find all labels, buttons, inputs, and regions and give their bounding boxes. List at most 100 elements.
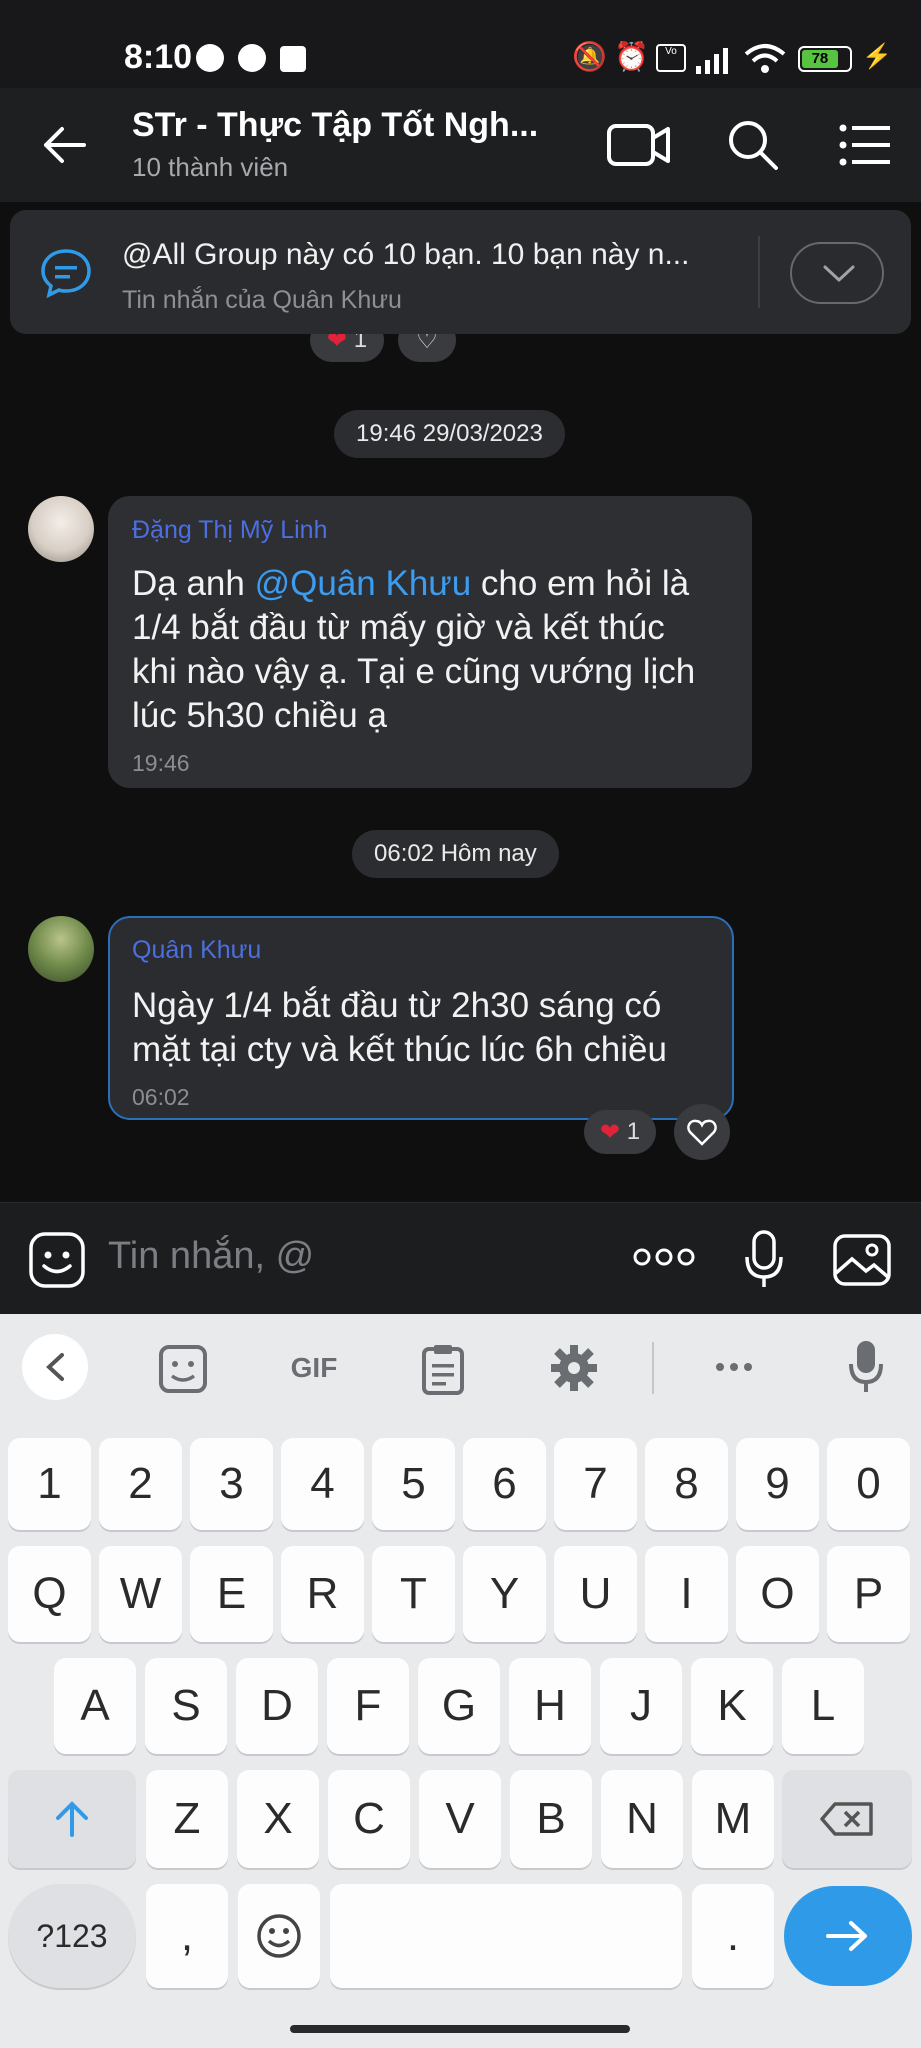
key[interactable]: D [236, 1658, 318, 1754]
alarm-icon: ⏰ [614, 41, 649, 72]
space-key[interactable] [330, 1884, 682, 1988]
key[interactable]: J [600, 1658, 682, 1754]
emoji-key[interactable] [238, 1884, 320, 1988]
settings-gear-icon[interactable] [548, 1342, 600, 1394]
react-heart-button[interactable] [674, 1104, 730, 1160]
key[interactable]: E [190, 1546, 273, 1642]
clipboard-icon[interactable] [420, 1342, 466, 1396]
expand-pinned-button[interactable] [790, 242, 884, 304]
reaction-heart-count[interactable]: ❤ 1 [584, 1110, 656, 1154]
chat-header: STr - Thực Tập Tốt Ngh... 10 thành viên [0, 88, 921, 202]
voice-input-icon[interactable] [846, 1338, 886, 1396]
key[interactable]: 9 [736, 1438, 819, 1530]
microphone-icon[interactable] [742, 1229, 786, 1291]
chevron-down-icon [823, 265, 855, 282]
symbols-key[interactable]: ?123 [8, 1884, 136, 1988]
key[interactable]: L [782, 1658, 864, 1754]
message-text: Dạ anh @Quân Khưu cho em hỏi là 1/4 bắt … [132, 562, 742, 738]
message-text-part: cho em hỏi là [471, 564, 690, 603]
key[interactable]: 6 [463, 1438, 546, 1530]
back-arrow-icon[interactable] [40, 120, 90, 170]
message-time: 19:46 [132, 750, 190, 776]
key[interactable]: F [327, 1658, 409, 1754]
key[interactable]: 5 [372, 1438, 455, 1530]
wifi-icon [744, 44, 786, 73]
message-composer: Tin nhắn, @ [0, 1202, 921, 1314]
key[interactable]: I [645, 1546, 728, 1642]
key[interactable]: Z [146, 1770, 228, 1868]
key[interactable]: O [736, 1546, 819, 1642]
shift-key[interactable] [8, 1770, 136, 1868]
key[interactable]: R [281, 1546, 364, 1642]
key[interactable]: G [418, 1658, 500, 1754]
key[interactable]: A [54, 1658, 136, 1754]
upload-icon [280, 46, 306, 72]
key[interactable]: P [827, 1546, 910, 1642]
pinned-author: Tin nhắn của Quân Khưu [122, 286, 402, 314]
message-bubble[interactable]: Đặng Thị Mỹ Linh Dạ anh @Quân Khưu cho e… [108, 496, 752, 788]
message-text: Ngày 1/4 bắt đầu từ 2h30 sáng có mặt tại… [132, 984, 732, 1072]
avatar[interactable] [28, 496, 94, 562]
key[interactable]: 0 [827, 1438, 910, 1530]
date-separator: 06:02 Hôm nay [352, 830, 559, 878]
key[interactable]: C [328, 1770, 410, 1868]
sender-name[interactable]: Đặng Thị Mỹ Linh [132, 516, 327, 545]
gif-button[interactable]: GIF [284, 1338, 344, 1398]
message-input[interactable]: Tin nhắn, @ [108, 1235, 314, 1278]
key[interactable]: N [601, 1770, 683, 1868]
group-title[interactable]: STr - Thực Tập Tốt Ngh... [132, 106, 538, 145]
message-line: mặt tại cty và kết thúc lúc 6h chiều [132, 1030, 667, 1069]
pinned-text: @All Group này có 10 bạn. 10 bạn này n..… [122, 238, 690, 271]
key[interactable]: K [691, 1658, 773, 1754]
send-enter-key[interactable] [784, 1886, 912, 1986]
battery-level: 78 [802, 50, 838, 68]
battery-icon: 78 [798, 46, 852, 72]
keyboard: GIF 1234567890 QWERTYUIOP ASDFGHJKL ZXCV… [0, 1314, 921, 2048]
mention-link[interactable]: @Quân Khưu [255, 564, 472, 603]
key[interactable]: 7 [554, 1438, 637, 1530]
key[interactable]: S [145, 1658, 227, 1754]
heart-outline-icon [687, 1119, 717, 1146]
more-options-icon[interactable] [632, 1245, 696, 1269]
key[interactable]: 2 [99, 1438, 182, 1530]
key[interactable]: B [510, 1770, 592, 1868]
gesture-navigation-bar[interactable] [290, 2025, 630, 2033]
sticker-icon[interactable] [158, 1344, 208, 1394]
emoji-icon [257, 1914, 301, 1958]
key[interactable]: U [554, 1546, 637, 1642]
backspace-key[interactable] [782, 1770, 912, 1868]
message-bubble[interactable]: Quân Khưu Ngày 1/4 bắt đầu từ 2h30 sáng … [108, 916, 734, 1120]
collapse-toolbar-button[interactable] [22, 1334, 88, 1400]
menu-list-icon[interactable] [838, 122, 892, 168]
pinned-message[interactable]: @All Group này có 10 bạn. 10 bạn này n..… [10, 210, 911, 334]
key[interactable]: Q [8, 1546, 91, 1642]
key[interactable]: V [419, 1770, 501, 1868]
key[interactable]: W [99, 1546, 182, 1642]
sender-name[interactable]: Quân Khưu [132, 936, 261, 965]
comma-key[interactable]: , [146, 1884, 228, 1988]
sticker-emoji-icon[interactable] [28, 1231, 86, 1289]
key[interactable]: 8 [645, 1438, 728, 1530]
period-key[interactable]: . [692, 1884, 774, 1988]
more-dots-icon[interactable] [714, 1360, 754, 1374]
messenger-icon [196, 44, 224, 72]
key[interactable]: Y [463, 1546, 546, 1642]
key[interactable]: 3 [190, 1438, 273, 1530]
key[interactable]: X [237, 1770, 319, 1868]
key[interactable]: 4 [281, 1438, 364, 1530]
video-call-icon[interactable] [606, 120, 672, 170]
mute-icon: 🔕 [572, 41, 607, 72]
key[interactable]: 1 [8, 1438, 91, 1530]
message-line: 1/4 bắt đầu từ mấy giờ và kết thúc [132, 608, 665, 647]
backspace-icon [820, 1802, 873, 1836]
message-text-part: Dạ anh [132, 564, 255, 603]
search-icon[interactable] [726, 118, 780, 172]
key[interactable]: H [509, 1658, 591, 1754]
avatar[interactable] [28, 916, 94, 982]
key[interactable]: M [692, 1770, 774, 1868]
key[interactable]: T [372, 1546, 455, 1642]
divider [758, 236, 760, 308]
member-count[interactable]: 10 thành viên [132, 152, 288, 183]
signal-icon [696, 48, 728, 74]
image-gallery-icon[interactable] [832, 1233, 892, 1287]
